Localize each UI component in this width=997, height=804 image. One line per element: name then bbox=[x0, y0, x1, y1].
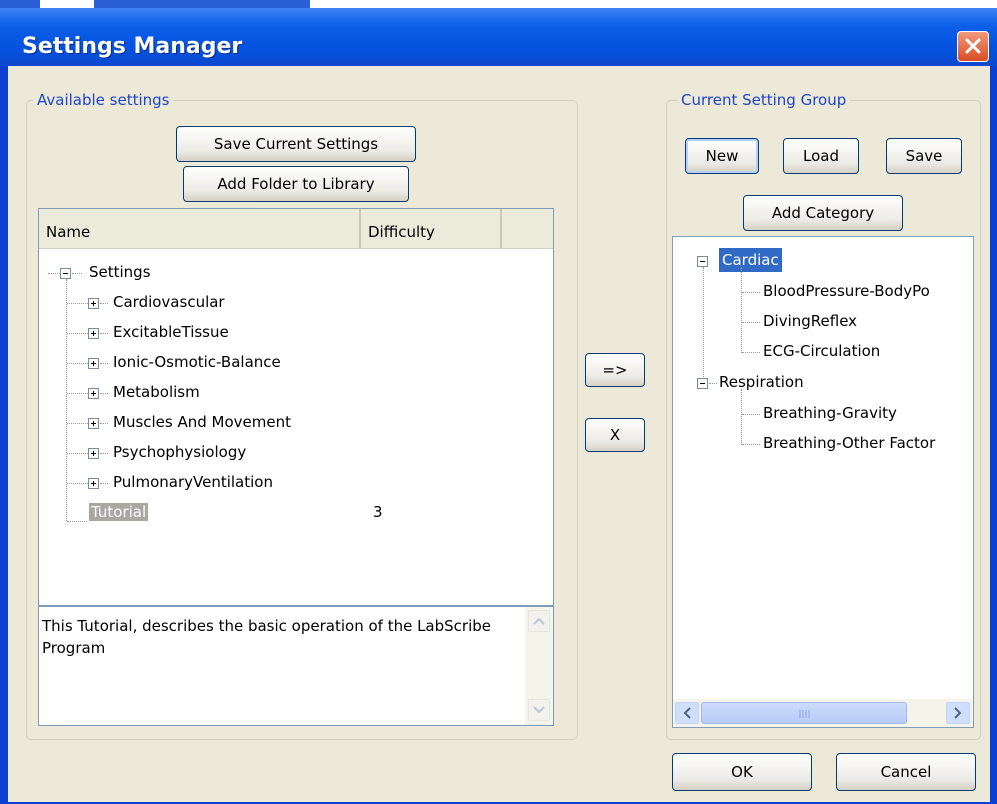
column-header-name[interactable]: Name bbox=[39, 209, 361, 248]
description-text: This Tutorial, describes the basic opera… bbox=[42, 617, 491, 657]
setting-item-label: ECG-Circulation bbox=[763, 342, 881, 360]
tree-line bbox=[703, 267, 704, 383]
remove-from-group-button[interactable]: X bbox=[585, 418, 645, 452]
difficulty-value: 3 bbox=[373, 503, 383, 521]
expand-icon[interactable] bbox=[88, 478, 99, 489]
collapse-icon[interactable] bbox=[697, 256, 708, 267]
setting-item-label: Breathing-Gravity bbox=[763, 404, 897, 422]
dialog-body: Available settings Save Current Settings… bbox=[8, 66, 990, 802]
tree-folder-label: Ionic-Osmotic-Balance bbox=[113, 353, 281, 371]
current-setting-group-label: Current Setting Group bbox=[677, 91, 851, 109]
scroll-left-button[interactable] bbox=[675, 702, 699, 724]
close-icon bbox=[965, 38, 981, 54]
column-header-blank[interactable] bbox=[502, 209, 553, 248]
tree-folder-label: Muscles And Movement bbox=[113, 413, 292, 431]
settings-tree-list[interactable]: Name Difficulty Settings Cardiovascular bbox=[38, 208, 554, 606]
cancel-button[interactable]: Cancel bbox=[836, 753, 976, 791]
expand-icon[interactable] bbox=[88, 328, 99, 339]
setting-item-label: BloodPressure-BodyPo bbox=[763, 282, 930, 300]
category-label: Cardiac bbox=[719, 248, 782, 272]
ok-button[interactable]: OK bbox=[672, 753, 812, 791]
tree-folder-label: Metabolism bbox=[113, 383, 200, 401]
add-folder-to-library-button[interactable]: Add Folder to Library bbox=[183, 166, 409, 202]
tree-folder-label: PulmonaryVentilation bbox=[113, 473, 273, 491]
collapse-icon[interactable] bbox=[60, 268, 71, 279]
settings-manager-dialog: Settings Manager Available settings Save… bbox=[0, 8, 997, 804]
add-category-button[interactable]: Add Category bbox=[743, 195, 903, 231]
scroll-right-button[interactable] bbox=[946, 702, 970, 724]
list-header: Name Difficulty bbox=[39, 209, 553, 249]
description-box[interactable]: This Tutorial, describes the basic opera… bbox=[38, 606, 554, 726]
setting-group-tree[interactable]: Cardiac BloodPressure-BodyPo DivingRefle… bbox=[672, 236, 974, 728]
save-group-button[interactable]: Save bbox=[886, 138, 962, 174]
tree-line bbox=[67, 521, 87, 522]
close-button[interactable] bbox=[957, 31, 989, 62]
setting-item-label: DivingReflex bbox=[763, 312, 858, 330]
chevron-left-icon bbox=[683, 707, 691, 719]
tree-folder-label: ExcitableTissue bbox=[113, 323, 229, 341]
collapse-icon[interactable] bbox=[697, 378, 708, 389]
background-window-strip bbox=[0, 0, 997, 8]
expand-icon[interactable] bbox=[88, 418, 99, 429]
load-group-button[interactable]: Load bbox=[783, 138, 859, 174]
expand-icon[interactable] bbox=[88, 298, 99, 309]
available-settings-label: Available settings bbox=[33, 91, 174, 109]
new-group-button[interactable]: New bbox=[685, 138, 759, 174]
expand-icon[interactable] bbox=[88, 448, 99, 459]
tree-item-label: Tutorial bbox=[89, 503, 149, 521]
scroll-down-button[interactable] bbox=[528, 699, 550, 721]
window-title: Settings Manager bbox=[22, 34, 243, 59]
chevron-up-icon bbox=[533, 617, 545, 625]
tree-folder-label: Cardiovascular bbox=[113, 293, 225, 311]
description-scrollbar[interactable] bbox=[525, 607, 553, 725]
expand-icon[interactable] bbox=[88, 358, 99, 369]
tree-folder-label: Psychophysiology bbox=[113, 443, 247, 461]
expand-icon[interactable] bbox=[88, 388, 99, 399]
column-header-difficulty[interactable]: Difficulty bbox=[361, 209, 502, 248]
title-bar[interactable]: Settings Manager bbox=[0, 8, 997, 66]
grip-icon bbox=[799, 710, 810, 718]
scroll-thumb[interactable] bbox=[701, 702, 907, 724]
horizontal-scrollbar[interactable] bbox=[673, 699, 973, 727]
setting-item-label: Breathing-Other Factor bbox=[763, 434, 936, 452]
category-label: Respiration bbox=[719, 373, 804, 391]
add-to-group-button[interactable]: => bbox=[585, 353, 645, 387]
tree-line bbox=[66, 279, 67, 521]
save-current-settings-button[interactable]: Save Current Settings bbox=[176, 126, 416, 162]
scroll-up-button[interactable] bbox=[528, 610, 550, 632]
chevron-right-icon bbox=[954, 707, 962, 719]
chevron-down-icon bbox=[533, 706, 545, 714]
tree-root-label: Settings bbox=[89, 263, 151, 281]
